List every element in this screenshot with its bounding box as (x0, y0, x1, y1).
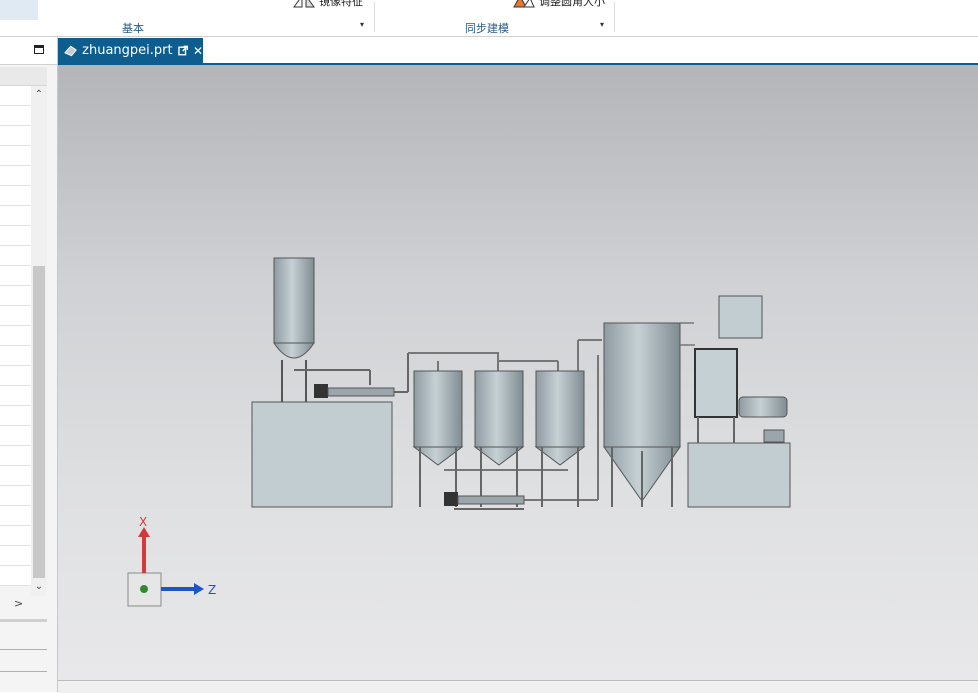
panel-rows (0, 86, 31, 586)
vertical-scrollbar[interactable]: ⌃ ⌄ (31, 86, 47, 596)
view-triad[interactable]: X Z (127, 515, 216, 607)
status-bar (58, 680, 978, 693)
ribbon-separator (614, 2, 615, 32)
group-basic-dropdown[interactable]: ▾ (360, 20, 364, 29)
platform-right (687, 442, 791, 508)
storage-tank-large (603, 322, 681, 507)
resize-blend-icon (513, 0, 535, 8)
list-item[interactable] (0, 426, 31, 446)
list-item[interactable] (0, 506, 31, 526)
fermenter-tank-2 (473, 370, 525, 507)
divider (0, 619, 47, 622)
group-label-sync-modeling: 同步建模 (465, 22, 509, 35)
pump-unit-top (294, 353, 409, 398)
list-item[interactable] (0, 566, 31, 586)
scrollbar-thumb[interactable] (33, 266, 45, 578)
list-item[interactable] (0, 326, 31, 346)
panel-header (0, 37, 57, 65)
list-item[interactable] (0, 106, 31, 126)
tab-zhuangpei[interactable]: zhuangpei.prt ✕ (58, 38, 203, 63)
tab-strip (203, 38, 978, 63)
close-icon[interactable]: ✕ (193, 44, 203, 58)
list-item[interactable] (0, 246, 31, 266)
list-item[interactable] (0, 366, 31, 386)
part-file-icon (64, 45, 77, 57)
group-label-basic: 基本 (122, 22, 144, 35)
tab-title: zhuangpei.prt (82, 43, 173, 58)
list-item[interactable] (0, 266, 31, 286)
graphics-viewport[interactable]: X Z (58, 65, 978, 680)
resize-blend-label: 调整圆角大小 (539, 0, 605, 8)
list-item[interactable] (0, 386, 31, 406)
fermenter-tank-1 (412, 370, 464, 507)
list-item[interactable] (0, 546, 31, 566)
axis-z-label: Z (208, 583, 216, 597)
divider (0, 671, 47, 672)
list-item[interactable] (0, 346, 31, 366)
mirror-feature-label: 镜像特征 (319, 0, 363, 8)
list-item[interactable] (0, 166, 31, 186)
divider (0, 649, 47, 650)
list-item[interactable] (0, 186, 31, 206)
list-item[interactable] (0, 466, 31, 486)
list-item[interactable] (0, 406, 31, 426)
list-item[interactable] (0, 126, 31, 146)
maximize-icon[interactable] (34, 45, 44, 54)
connecting-pipes (680, 322, 695, 346)
fermenter-tank-3 (534, 370, 586, 507)
list-item[interactable] (0, 206, 31, 226)
ribbon-separator (374, 2, 375, 32)
panel-column-header (0, 67, 47, 86)
scroll-up-icon[interactable]: ⌃ (31, 88, 47, 102)
ribbon: 镜像特征 调整圆角大小 基本 ▾ 同步建模 ▾ (0, 0, 978, 37)
list-item[interactable] (0, 446, 31, 466)
scroll-right-icon[interactable]: > (14, 597, 23, 610)
list-item[interactable] (0, 226, 31, 246)
list-item[interactable] (0, 286, 31, 306)
list-item[interactable] (0, 526, 31, 546)
mirror-feature-button[interactable]: 镜像特征 (292, 0, 363, 8)
navigator-panel: ⌃ ⌄ > (0, 37, 58, 692)
group-sync-dropdown[interactable]: ▾ (600, 20, 604, 29)
resize-blend-button[interactable]: 调整圆角大小 (512, 0, 605, 8)
control-panel (718, 295, 763, 339)
list-item[interactable] (0, 86, 31, 106)
axis-x-label: X (139, 515, 147, 529)
list-item[interactable] (0, 486, 31, 506)
list-item[interactable] (0, 306, 31, 326)
assembly-model: X Z (127, 257, 791, 607)
hopper-tank (273, 257, 315, 402)
mirror-feature-icon (293, 0, 315, 8)
control-cabinet (694, 348, 738, 418)
ribbon-highlight (0, 0, 38, 20)
list-item[interactable] (0, 146, 31, 166)
scroll-down-icon[interactable]: ⌄ (31, 580, 47, 594)
undock-icon[interactable] (177, 45, 188, 56)
platform-left (251, 401, 393, 508)
